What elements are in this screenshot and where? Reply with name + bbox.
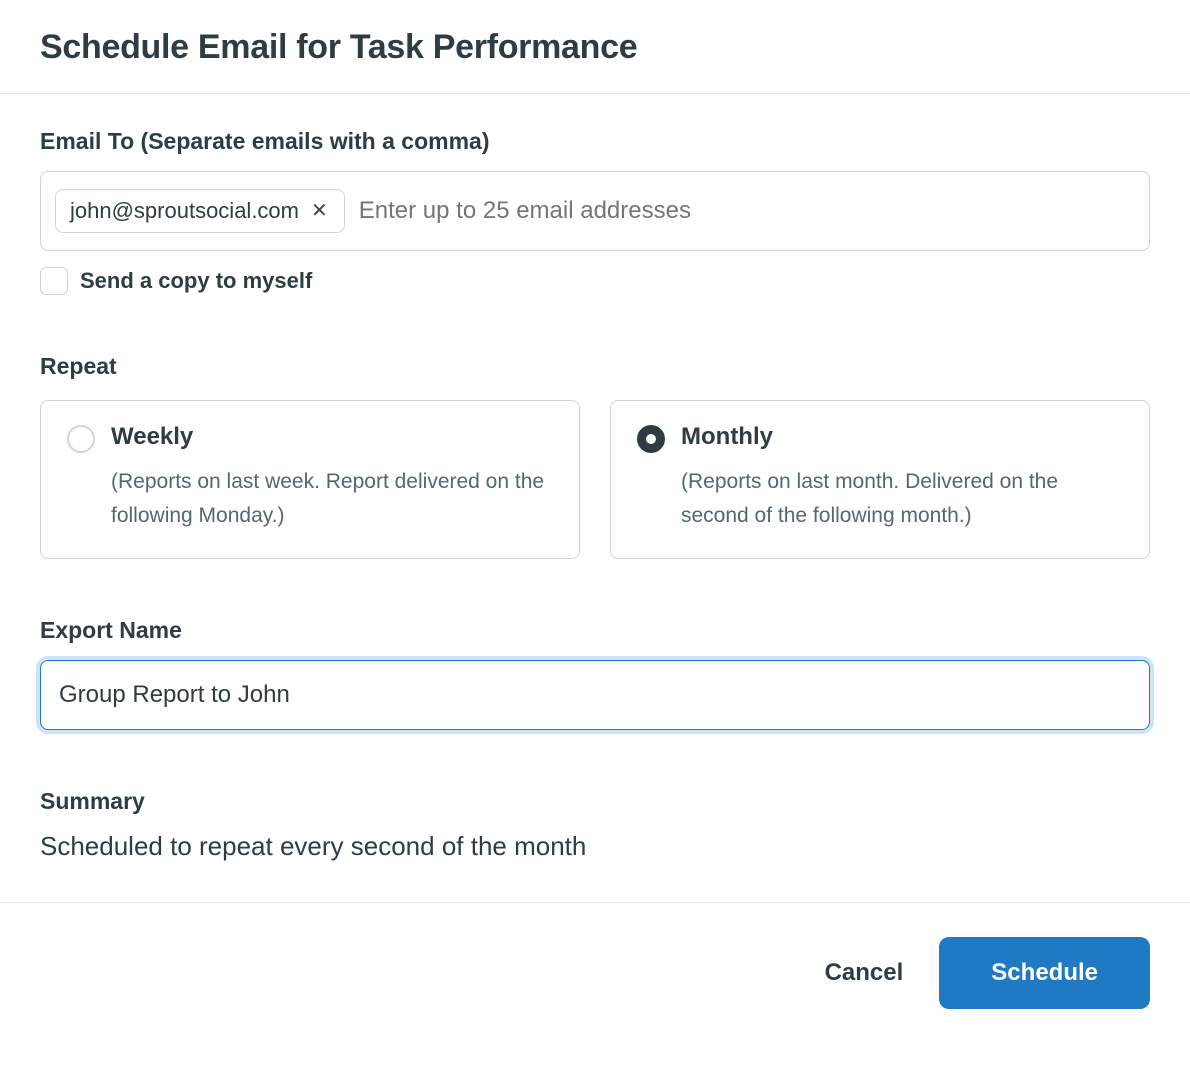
cancel-button[interactable]: Cancel [825,959,904,987]
summary-text: Scheduled to repeat every second of the … [40,831,1150,862]
email-chip: john@sproutsocial.com ✕ [55,189,345,233]
export-name-input[interactable] [40,660,1150,730]
radio-desc-monthly: (Reports on last month. Delivered on the… [681,465,1123,532]
radio-content: Monthly (Reports on last month. Delivere… [681,423,1123,532]
dialog-body: Email To (Separate emails with a comma) … [0,94,1190,902]
radio-icon [67,425,95,453]
email-chip-text: john@sproutsocial.com [70,198,299,224]
radio-icon [637,425,665,453]
repeat-label: Repeat [40,353,1150,380]
send-copy-checkbox[interactable] [40,267,68,295]
radio-title-monthly: Monthly [681,423,1123,451]
repeat-options: Weekly (Reports on last week. Report del… [40,400,1150,559]
dialog-header: Schedule Email for Task Performance [0,0,1190,93]
email-to-label: Email To (Separate emails with a comma) [40,128,1150,155]
radio-desc-weekly: (Reports on last week. Report delivered … [111,465,553,532]
send-copy-row[interactable]: Send a copy to myself [40,267,1150,295]
repeat-option-monthly[interactable]: Monthly (Reports on last month. Delivere… [610,400,1150,559]
dialog-title: Schedule Email for Task Performance [40,28,1150,67]
repeat-option-weekly[interactable]: Weekly (Reports on last week. Report del… [40,400,580,559]
schedule-button[interactable]: Schedule [939,937,1150,1009]
email-to-section: Email To (Separate emails with a comma) … [40,128,1150,295]
radio-title-weekly: Weekly [111,423,553,451]
dialog-footer: Cancel Schedule [0,902,1190,1043]
radio-content: Weekly (Reports on last week. Report del… [111,423,553,532]
close-icon[interactable]: ✕ [309,201,330,221]
send-copy-label: Send a copy to myself [80,268,312,294]
repeat-section: Repeat Weekly (Reports on last week. Rep… [40,353,1150,559]
export-name-label: Export Name [40,617,1150,644]
email-to-input[interactable] [359,197,1135,225]
summary-section: Summary Scheduled to repeat every second… [40,788,1150,862]
email-to-input-container[interactable]: john@sproutsocial.com ✕ [40,171,1150,251]
summary-label: Summary [40,788,1150,815]
export-name-section: Export Name [40,617,1150,730]
